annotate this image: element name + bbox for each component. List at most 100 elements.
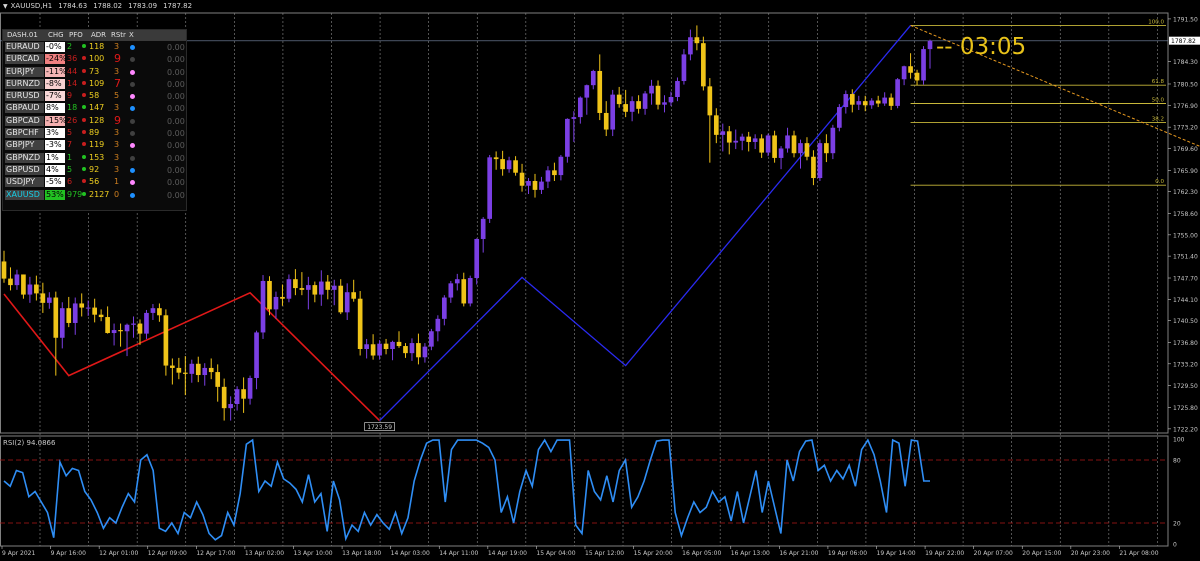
candle-timer: -- 03:05	[936, 34, 1027, 60]
pfo-cell: 2	[67, 42, 73, 51]
time-axis-label: 20 Apr 23:00	[1071, 550, 1110, 557]
candle-body	[597, 70, 603, 113]
symbol-cell: USDJPY	[5, 177, 44, 188]
candle-body	[849, 94, 855, 105]
price-axis-label: 1765.90	[1173, 168, 1198, 175]
candle-body	[429, 331, 434, 347]
caret-down-icon[interactable]: ▼	[3, 3, 8, 10]
candle-body	[817, 143, 823, 179]
col-adr[interactable]: ADR	[91, 31, 106, 39]
adr-cell: 109	[89, 78, 105, 88]
candle-body	[927, 40, 933, 50]
value-cell: 0.00	[167, 165, 185, 175]
status-dot-icon	[130, 192, 135, 198]
col-rstr[interactable]: RStr	[111, 31, 126, 39]
dashboard-row[interactable]: GBPJPY -3% 7 119 3 0.00	[3, 139, 186, 151]
candle-body	[144, 312, 149, 334]
dashboard-row[interactable]: EURAUD -0% 2 118 3 0.00	[3, 41, 186, 53]
candle-body	[131, 323, 136, 325]
adr-cell: 2127	[89, 189, 110, 199]
dashboard-row[interactable]: EURJPY -11% 44 73 3 0.00	[3, 66, 186, 78]
candle-body	[267, 280, 272, 310]
time-axis-label: 12 Apr 01:00	[99, 550, 138, 557]
fib-level-label: 0.0	[1155, 179, 1164, 185]
rstr-cell: 3	[114, 103, 120, 113]
candle-body	[1, 261, 7, 279]
rstr-cell: 7	[114, 76, 121, 90]
candle-body	[27, 284, 33, 295]
price-axis-label: 1776.90	[1173, 103, 1198, 110]
status-dot-icon	[130, 45, 135, 50]
time-axis-label: 15 Apr 20:00	[634, 550, 673, 557]
value-cell: 0.00	[167, 141, 185, 151]
time-axis-label: 13 Apr 10:00	[294, 550, 333, 557]
value-cell: 0.00	[167, 129, 185, 139]
rstr-cell: 9	[114, 52, 121, 66]
low-price: 1783.09	[128, 2, 158, 10]
candle-body	[403, 346, 408, 354]
candle-body	[286, 279, 292, 299]
candle-body	[688, 37, 693, 55]
status-dot-icon	[130, 57, 135, 63]
zigzag-up-line	[379, 25, 912, 422]
candle-body	[726, 131, 732, 143]
pfo-cell: 18	[67, 103, 78, 113]
dashboard-row[interactable]: GBPCAD -15% 26 128 9 0.00	[3, 114, 186, 127]
value-cell: 0.00	[167, 116, 185, 126]
col-chg[interactable]: CHG	[48, 31, 64, 39]
candle-body	[558, 156, 564, 176]
candle-body	[480, 218, 486, 239]
candle-body	[584, 85, 590, 98]
candle-body	[92, 307, 97, 315]
time-axis-label: 12 Apr 09:00	[148, 550, 187, 557]
candle-body	[163, 315, 169, 366]
candle-body	[53, 297, 59, 338]
trend-dot-icon	[82, 179, 86, 184]
rstr-cell: 3	[114, 152, 120, 162]
trend-dot-icon	[82, 105, 86, 110]
dashboard-row[interactable]: EURUSD -7% 9 58 5 0.00	[3, 90, 186, 102]
dashboard-row[interactable]: EURNZD -8% 14 109 7 0.00	[3, 76, 186, 90]
candle-body	[435, 318, 441, 332]
chart-header: ▼ XAUUSD,H1 1784.63 1788.02 1783.09 1787.82	[3, 2, 198, 10]
time-axis-label: 20 Apr 07:00	[974, 550, 1013, 557]
trend-dot-icon	[82, 142, 86, 147]
rsi-axis-label: 100	[1173, 437, 1185, 444]
candle-body	[701, 43, 706, 87]
dashboard-row[interactable]: GBPAUD 8% 18 147 3 0.00	[3, 102, 186, 114]
change-cell: -5%	[45, 177, 65, 188]
candle-body	[539, 181, 544, 190]
candle-body	[642, 93, 648, 109]
rsi-line	[3, 438, 930, 542]
dashboard-panel[interactable]: DASH.01 CHG PFO ADR RStr X EURAUD -0% 2 118…	[2, 29, 187, 211]
candle-body	[487, 157, 492, 219]
symbol-cell: EURNZD	[5, 78, 44, 89]
dashboard-row[interactable]: USDJPY -5% 6 56 1 0.00	[3, 176, 186, 188]
rstr-cell: 1	[114, 177, 120, 187]
rsi-axis-label: 0	[1173, 542, 1177, 549]
symbol-cell: GBPJPY	[5, 140, 44, 151]
rstr-cell: 3	[114, 164, 120, 174]
price-axis-label: 1791.50	[1173, 16, 1198, 23]
price-axis-label: 1747.70	[1173, 276, 1198, 283]
dashboard-row[interactable]: GBPUSD 4% 5 92 3 0.00	[3, 164, 186, 176]
adr-cell: 119	[89, 140, 105, 150]
dashboard-row[interactable]: GBPCHF 3% 5 89 3 0.00	[3, 127, 186, 139]
candle-body	[195, 363, 201, 376]
close-icon[interactable]: X	[129, 31, 134, 39]
status-dot-icon	[130, 180, 135, 186]
candle-body	[830, 127, 836, 154]
candle-body	[901, 66, 907, 80]
col-pfo[interactable]: PFO	[69, 31, 83, 39]
trend-dot-icon	[82, 130, 86, 135]
pfo-cell: 979	[67, 189, 83, 199]
dashboard-row[interactable]: XAUUSD 53% 979 2127 0 0.00	[3, 189, 186, 201]
candle-body	[843, 94, 849, 108]
symbol-cell: GBPCHF	[5, 128, 44, 139]
dashboard-row[interactable]: EURCAD -24% 36 100 9 0.00	[3, 52, 186, 66]
candle-body	[895, 79, 900, 106]
time-axis-label: 15 Apr 12:00	[585, 550, 624, 557]
candle-body	[720, 131, 726, 135]
dashboard-row[interactable]: GBPNZD 1% 1 153 3 0.00	[3, 152, 186, 164]
symbol-label: XAUUSD,H1	[10, 2, 53, 10]
